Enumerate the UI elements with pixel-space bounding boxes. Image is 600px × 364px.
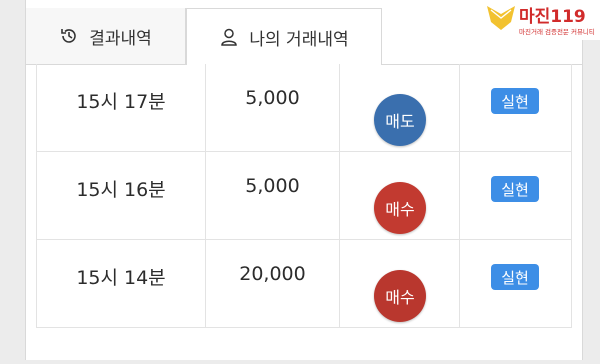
action-cell: 매도: [340, 64, 460, 152]
status-cell: 실현: [460, 240, 572, 328]
action-cell: 매수: [340, 240, 460, 328]
status-badge: 실현: [491, 264, 539, 290]
action-cell: 매수: [340, 152, 460, 240]
user-icon: [221, 28, 238, 46]
site-logo: 마진119 마진거래 검증전문 커뮤니티: [485, 0, 600, 40]
status-cell: 실현: [460, 152, 572, 240]
time-text: 15시 16분: [76, 179, 166, 201]
sell-badge: 매도: [374, 94, 426, 146]
time-cell: 15시 16분: [36, 152, 206, 240]
buy-badge: 매수: [374, 270, 426, 322]
amount-text: 20,000: [239, 263, 306, 285]
trade-card: 결과내역 나의 거래내역 15시 17분 5,000 매도 실현 15시 16분…: [25, 0, 583, 360]
table-row: 15시 14분 20,000 매수 실현: [36, 240, 572, 328]
tab-my-trades[interactable]: 나의 거래내역: [186, 8, 382, 65]
time-text: 15시 14분: [76, 267, 166, 289]
history-icon: [61, 29, 76, 43]
tab-results-label: 결과내역: [89, 28, 152, 49]
svg-text:마진119: 마진119: [519, 7, 586, 27]
amount-cell: 20,000: [206, 240, 340, 328]
table-row: 15시 16분 5,000 매수 실현: [36, 152, 572, 240]
status-cell: 실현: [460, 64, 572, 152]
amount-text: 5,000: [245, 87, 300, 109]
trade-table: 15시 17분 5,000 매도 실현 15시 16분 5,000 매수 실현 …: [36, 64, 572, 364]
svg-text:마진거래 검증전문 커뮤니티: 마진거래 검증전문 커뮤니티: [519, 27, 595, 36]
table-row: 15시 17분 5,000 매도 실현: [36, 64, 572, 152]
time-cell: 15시 14분: [36, 240, 206, 328]
tab-my-trades-label: 나의 거래내역: [249, 29, 349, 50]
time-cell: 15시 17분: [36, 64, 206, 152]
amount-cell: 5,000: [206, 64, 340, 152]
amount-text: 5,000: [245, 175, 300, 197]
tab-results[interactable]: 결과내역: [26, 8, 186, 64]
time-text: 15시 17분: [76, 91, 166, 113]
status-badge: 실현: [491, 88, 539, 114]
amount-cell: 5,000: [206, 152, 340, 240]
status-badge: 실현: [491, 176, 539, 202]
buy-badge: 매수: [374, 182, 426, 234]
